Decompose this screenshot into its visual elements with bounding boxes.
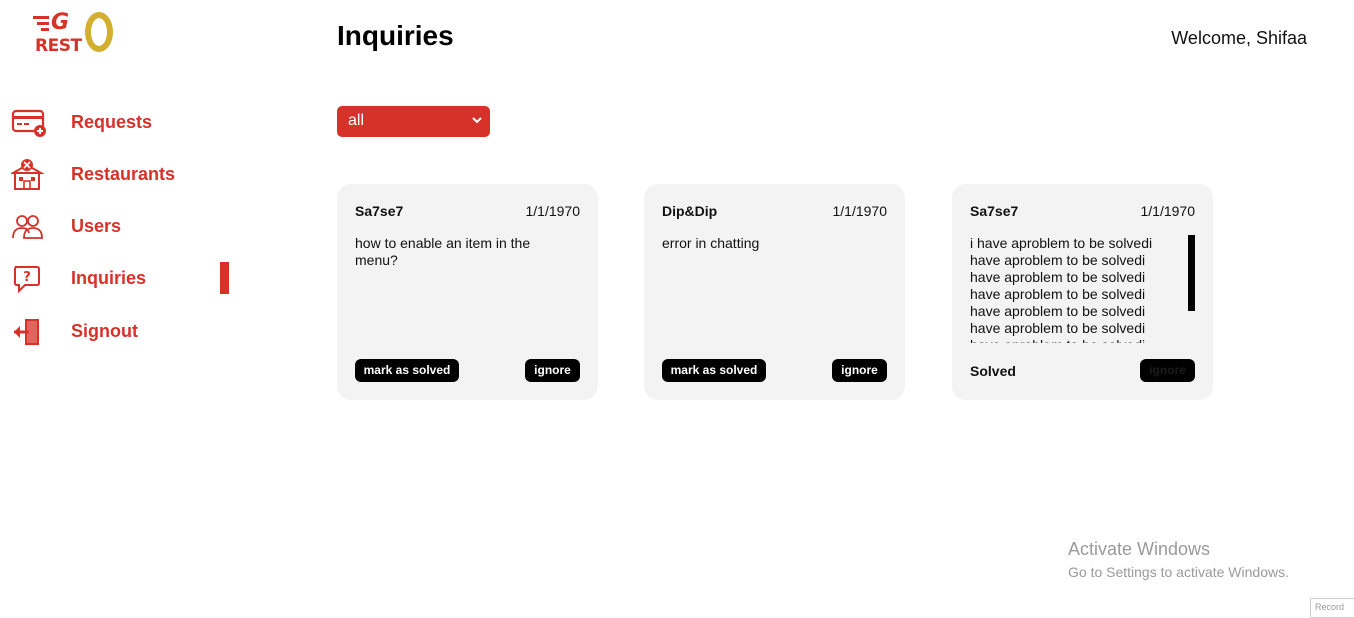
inquiry-message: i have aproblem to be solvedi have aprob… (970, 235, 1153, 343)
svg-text:?: ? (23, 270, 31, 285)
question-bubble-icon: ? (11, 263, 47, 295)
activation-watermark-title: Activate Windows (1068, 539, 1211, 559)
inquiry-sender: Dip&Dip (662, 203, 718, 219)
logo-o-ring (85, 12, 113, 52)
logo-text-bottom: REST (35, 36, 82, 56)
restaurant-building-icon (9, 159, 47, 191)
logo-speed-line (41, 28, 49, 31)
inquiry-date: 1/1/1970 (832, 203, 888, 219)
inquiry-card: Dip&Dip 1/1/1970 error in chatting mark … (644, 184, 905, 400)
inquiry-date: 1/1/1970 (525, 203, 581, 219)
sidebar-item-label: Signout (71, 321, 138, 341)
status-filter-select[interactable]: all (337, 106, 490, 137)
app-logo: G REST (33, 10, 125, 60)
inquiry-card: Sa7se7 1/1/1970 how to enable an item in… (337, 184, 598, 400)
users-icon (11, 211, 47, 243)
ignore-button[interactable]: ignore (525, 359, 580, 382)
logo-speed-line (33, 16, 49, 19)
activation-watermark-subtitle: Go to Settings to activate Windows. (1068, 564, 1289, 580)
inquiry-date: 1/1/1970 (1140, 203, 1196, 219)
filter-selected-value: all (348, 112, 365, 129)
active-nav-indicator (220, 262, 229, 294)
ignore-button[interactable]: ignore (1140, 359, 1195, 382)
mark-as-solved-button[interactable]: mark as solved (662, 359, 766, 382)
credit-card-add-icon (11, 107, 47, 139)
inquiry-sender: Sa7se7 (970, 203, 1019, 219)
ignore-button[interactable]: ignore (832, 359, 887, 382)
sidebar-item-signout[interactable]: Signout (0, 314, 240, 350)
logo-text-top: G (51, 10, 69, 35)
sidebar-item-label: Inquiries (71, 268, 147, 288)
inquiry-message: error in chatting (662, 235, 760, 251)
page-title: Inquiries (337, 20, 454, 51)
sidebar-item-restaurants[interactable]: Restaurants (0, 157, 240, 193)
inquiry-message: how to enable an item in the menu? (355, 235, 531, 268)
inquiry-card: Sa7se7 1/1/1970 i have aproblem to be so… (952, 184, 1213, 400)
chevron-down-icon (470, 113, 484, 127)
inquiry-status: Solved (970, 363, 1016, 379)
mark-as-solved-button[interactable]: mark as solved (355, 359, 459, 382)
sidebar-item-requests[interactable]: Requests (0, 105, 240, 141)
sidebar-item-users[interactable]: Users (0, 209, 240, 245)
sidebar-item-label: Users (71, 216, 122, 236)
sidebar-item-label: Restaurants (71, 164, 176, 184)
sidebar-item-label: Requests (71, 112, 153, 132)
logo-speed-line (37, 22, 49, 25)
inquiry-sender: Sa7se7 (355, 203, 404, 219)
welcome-text: Welcome, Shifaa (1171, 28, 1307, 48)
message-scrollbar[interactable] (1188, 235, 1195, 311)
signout-door-icon (11, 316, 47, 348)
record-widget[interactable]: Record (1310, 598, 1354, 618)
sidebar-item-inquiries[interactable]: ? Inquiries (0, 261, 240, 297)
